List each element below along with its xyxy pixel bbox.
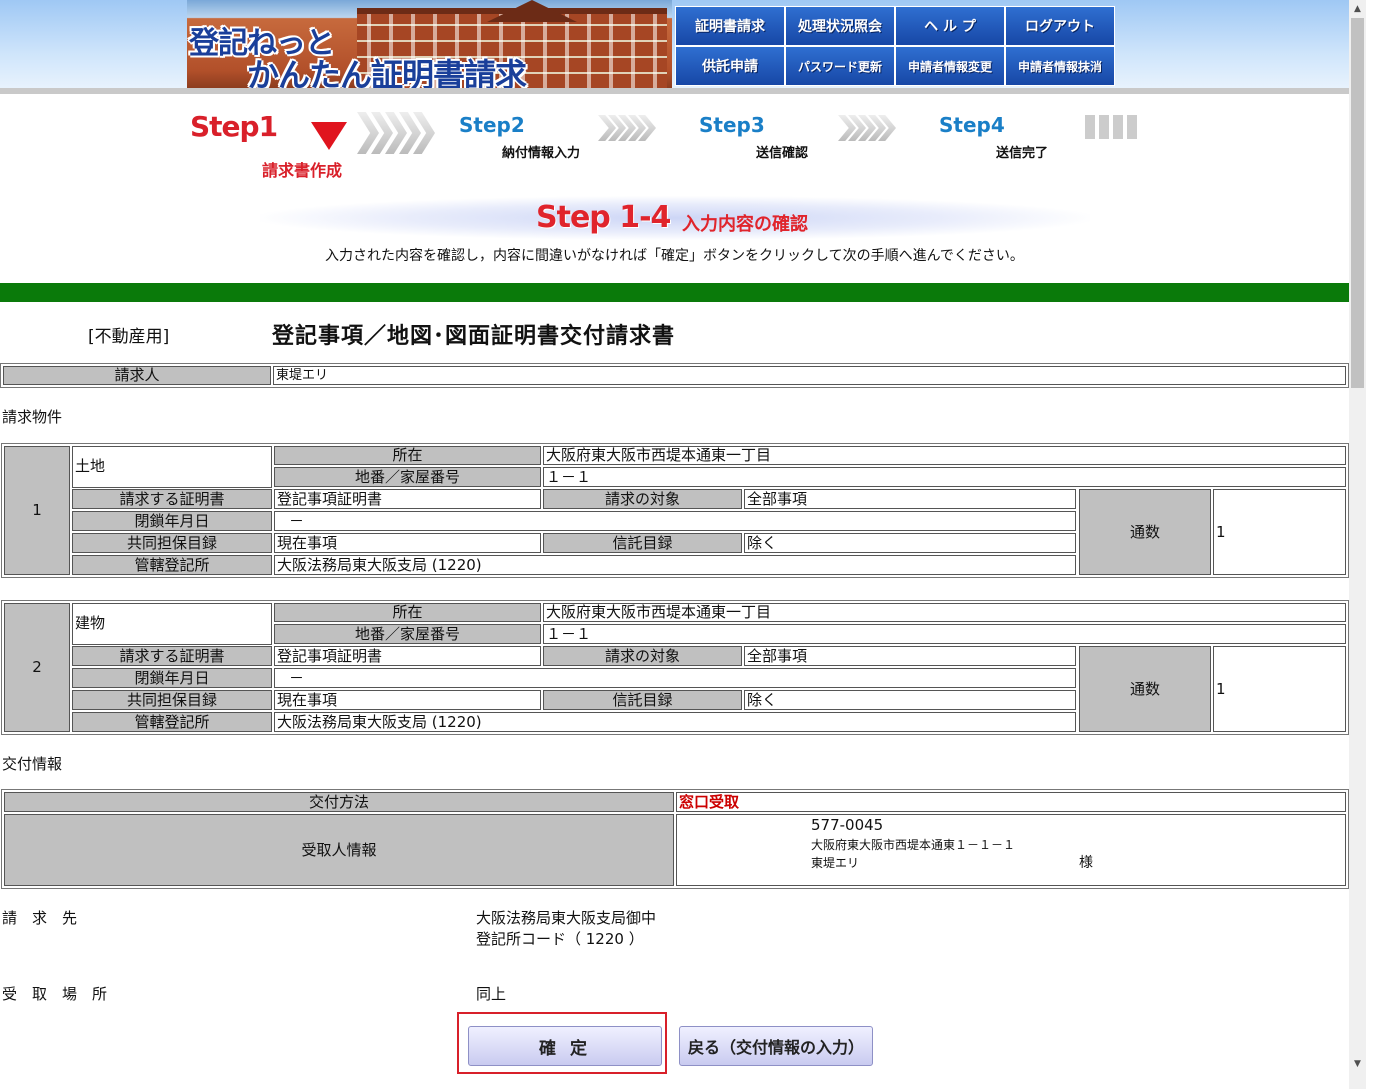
lot-number-label: 地番／家屋番号 [274,624,541,644]
joint-collateral-label: 共同担保目録 [72,690,272,710]
closed-date-label: 閉鎖年月日 [72,668,272,688]
trust-value: 除く [744,690,1076,710]
confirm-button[interactable]: 確 定 [468,1026,662,1066]
requester-value: 東堤エリ [273,366,1346,385]
nav-applicant-info-change[interactable]: 申請者情報変更 [895,46,1005,86]
copies-value: 1 [1213,646,1346,732]
recipient-honorific: 様 [1079,855,1093,871]
nav-help[interactable]: ヘ ル プ [895,6,1005,46]
trust-label: 信託目録 [543,533,742,553]
closed-date-value: － [274,511,1076,531]
lot-number-label: 地番／家屋番号 [274,467,541,487]
recipient-address: 大阪府東大阪市西堤本通東１－１－１ [811,838,1016,852]
scroll-up-icon[interactable]: ▲ [1349,0,1366,17]
top-nav: 証明書請求 処理状況照会 ヘ ル プ ログアウト 供託申請 パスワード更新 申請… [675,6,1115,86]
delivery-heading: 交付情報 [2,755,63,773]
step-chevrons-icon [598,115,656,157]
step1-title: Step1 [190,110,278,143]
step-end-bars-icon [1085,115,1137,139]
step-chevrons-icon [838,115,896,157]
joint-collateral-value: 現在事項 [274,690,541,710]
jurisdiction-value: 大阪法務局東大阪支局 (1220) [274,712,1076,732]
step2-title: Step2 [459,113,525,137]
joint-collateral-value: 現在事項 [274,533,541,553]
recipient-label: 受取人情報 [4,814,674,886]
joint-collateral-label: 共同担保目録 [72,533,272,553]
location-value: 大阪府東大阪市西堤本通東一丁目 [543,603,1346,622]
green-divider-bar [0,283,1349,302]
nav-certificate-request[interactable]: 証明書請求 [675,6,785,46]
jurisdiction-label: 管轄登記所 [72,712,272,732]
location-label: 所在 [274,603,541,622]
pickup-label: 受 取 場 所 [2,985,108,1003]
section-title-glow [260,196,1090,240]
nav-logout[interactable]: ログアウト [1005,6,1115,46]
nav-applicant-info-delete[interactable]: 申請者情報抹消 [1005,46,1115,86]
step2-label: 納付情報入力 [502,146,581,161]
location-label: 所在 [274,446,541,465]
jurisdiction-label: 管轄登記所 [72,555,272,575]
recipient-zip: 577-0045 [811,816,884,834]
lot-number-value: １－１ [543,624,1346,644]
trust-value: 除く [744,533,1076,553]
target-label: 請求の対象 [543,489,742,509]
section-title: Step 1-4 [536,200,671,235]
recipient-name: 東堤エリ [811,856,860,870]
certificate-label: 請求する証明書 [72,489,272,509]
closed-date-label: 閉鎖年月日 [72,511,272,531]
certificate-label: 請求する証明書 [72,646,272,666]
destination-code: 登記所コード（ 1220 ） [476,930,644,948]
delivery-method-label: 交付方法 [4,792,674,812]
nav-password-update[interactable]: パスワード更新 [785,46,895,86]
vertical-scrollbar[interactable]: ▲ ▼ [1349,0,1366,1089]
nav-deposit-application[interactable]: 供託申請 [675,46,785,86]
step3-title: Step3 [699,113,765,137]
delivery-method-value: 窓口受取 [676,792,1346,812]
target-value: 全部事項 [744,489,1076,509]
back-button[interactable]: 戻る（交付情報の入力） [679,1026,873,1066]
current-step-arrow-icon [311,122,347,150]
step4-title: Step4 [939,113,1005,137]
step3-label: 送信確認 [756,146,809,161]
copies-label: 通数 [1079,489,1211,575]
location-value: 大阪府東大阪市西堤本通東一丁目 [543,446,1346,465]
lot-number-value: １－１ [543,467,1346,487]
item-kind: 建物 [72,603,272,645]
certificate-value: 登記事項証明書 [274,646,541,666]
destination-label: 請 求 先 [2,909,78,927]
step4-label: 送信完了 [996,146,1049,161]
section-subtitle: 入力内容の確認 [682,214,808,235]
requester-label: 請求人 [3,366,271,385]
copies-label: 通数 [1079,646,1211,732]
trust-label: 信託目録 [543,690,742,710]
item-number: 2 [4,603,70,732]
copies-value: 1 [1213,489,1346,575]
pickup-value: 同上 [476,985,507,1003]
nav-status-inquiry[interactable]: 処理状況照会 [785,6,895,46]
target-value: 全部事項 [744,646,1076,666]
logo-text-line2: かんたん証明書請求 [247,56,527,88]
scroll-down-icon[interactable]: ▼ [1349,1055,1366,1072]
jurisdiction-value: 大阪法務局東大阪支局 (1220) [274,555,1076,575]
step1-label: 請求書作成 [262,161,343,180]
item-kind: 土地 [72,446,272,488]
step-chevrons-icon [357,112,435,154]
form-title: 登記事項／地図･図面証明書交付請求書 [272,324,676,349]
closed-date-value: － [274,668,1076,688]
properties-heading: 請求物件 [2,408,63,426]
item-number: 1 [4,446,70,575]
scrollbar-thumb[interactable] [1351,18,1364,388]
header-divider [0,88,1349,94]
site-logo[interactable]: 登記ねっと かんたん証明書請求 [187,0,672,88]
certificate-value: 登記事項証明書 [274,489,541,509]
form-type: [不動産用] [88,327,170,347]
destination-office: 大阪法務局東大阪支局御中 [476,909,657,927]
instruction-text: 入力された内容を確認し，内容に間違いがなければ「確定」ボタンをクリックして次の手… [325,248,1024,264]
target-label: 請求の対象 [543,646,742,666]
